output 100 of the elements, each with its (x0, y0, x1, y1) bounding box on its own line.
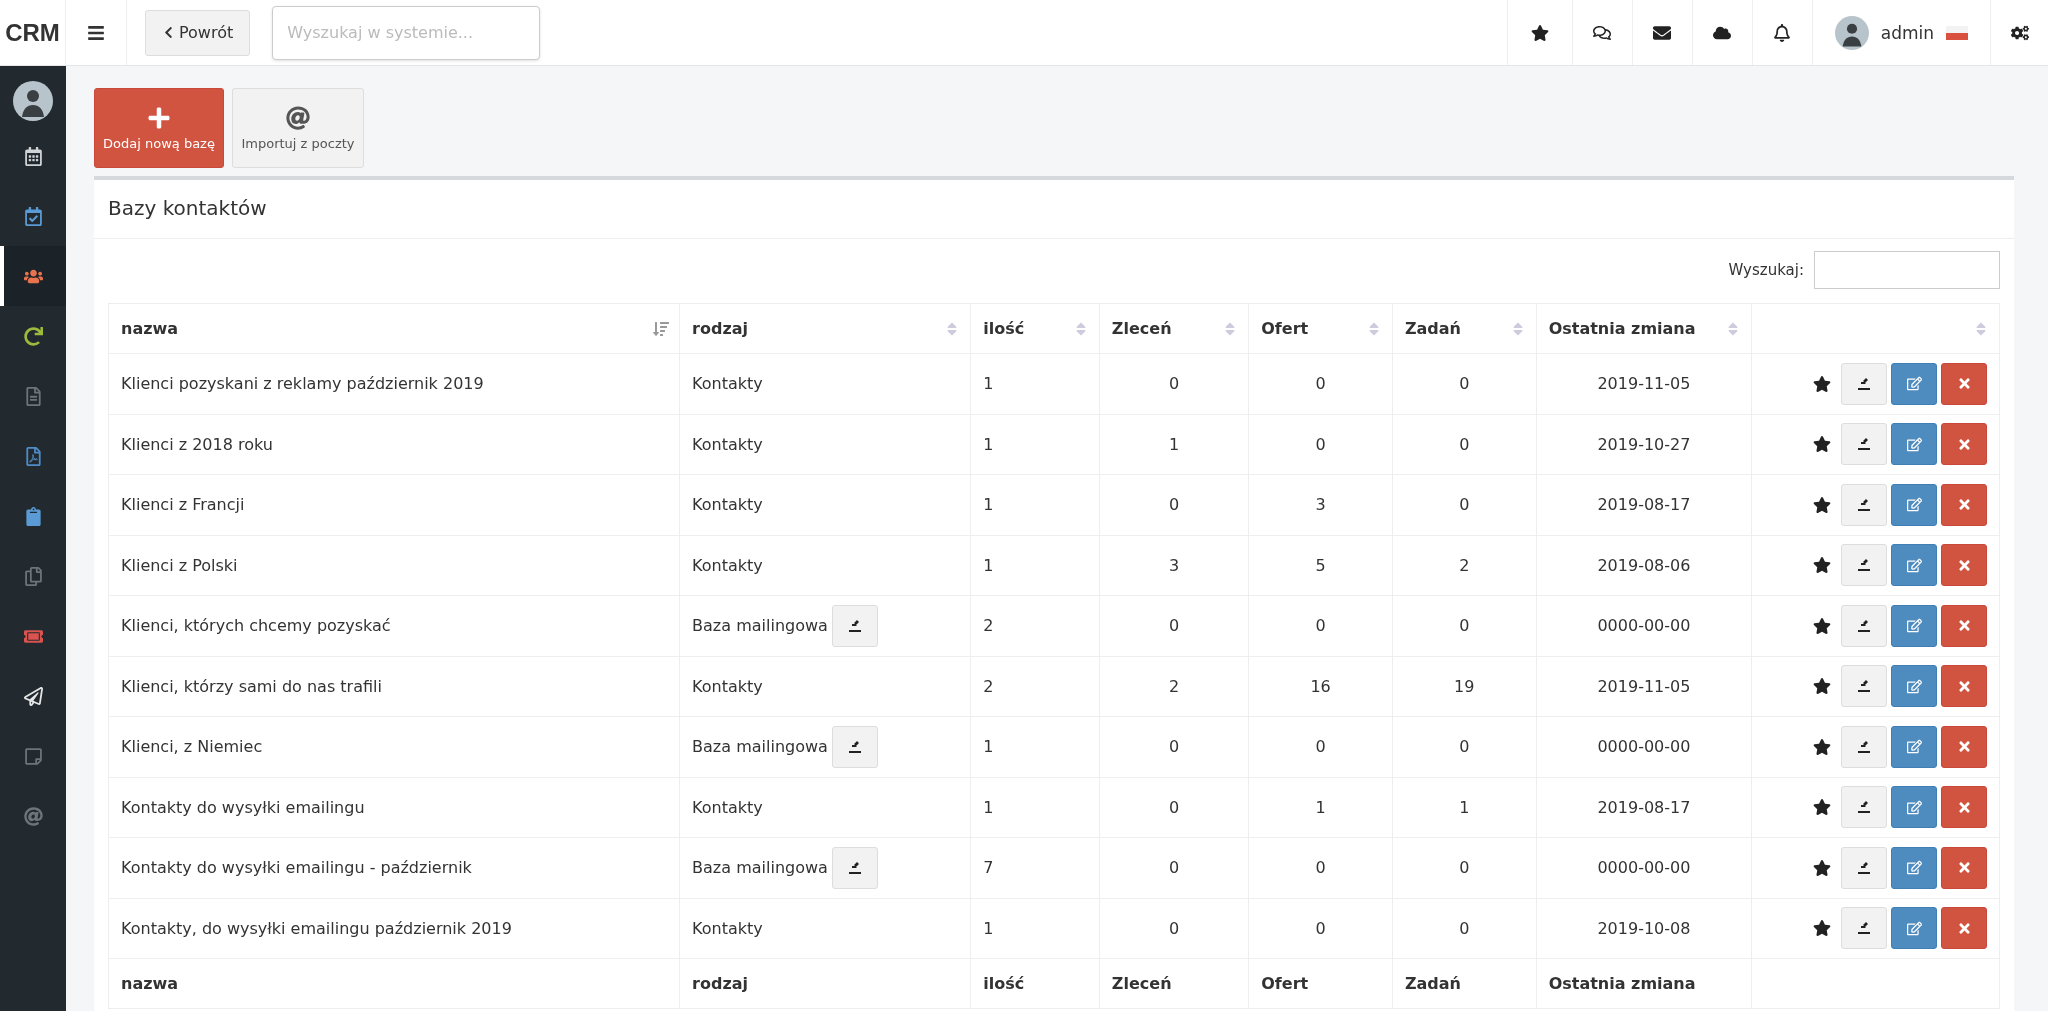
edit-button[interactable] (1891, 604, 1937, 647)
delete-button[interactable] (1941, 423, 1987, 466)
column-header[interactable]: Ostatnia zmiana (1536, 303, 1752, 354)
edit-button[interactable] (1891, 544, 1937, 587)
table-cell: Kontakty (692, 555, 763, 575)
star-icon[interactable] (1813, 677, 1831, 696)
table-cell: Baza mailingowa (692, 858, 828, 878)
table-cell: 1 (970, 474, 1100, 535)
column-header[interactable]: nazwa (108, 303, 680, 354)
column-header[interactable]: Zadań (1392, 303, 1537, 354)
export-button[interactable] (1841, 604, 1887, 647)
table-cell: 0 (1248, 716, 1393, 777)
sidebar-item[interactable] (0, 246, 66, 306)
edit-button[interactable] (1891, 786, 1937, 829)
table-cell: 2019-11-05 (1536, 656, 1752, 717)
delete-button[interactable] (1941, 786, 1987, 829)
edit-button[interactable] (1891, 423, 1937, 466)
star-icon[interactable] (1813, 495, 1831, 514)
table-cell: Kontakty, do wysyłki emailingu październik 2019 (108, 898, 680, 959)
export-button[interactable] (1841, 483, 1887, 526)
edit-button[interactable] (1891, 907, 1937, 950)
import-icon (1856, 859, 1872, 876)
table-cell: 0 (1248, 595, 1393, 656)
star-icon[interactable] (1813, 737, 1831, 756)
delete-button[interactable] (1941, 725, 1987, 768)
table-cell: 1 (970, 716, 1100, 777)
table-cell: Kontakty (692, 434, 763, 454)
column-footer: Ostatnia zmiana (1536, 958, 1752, 1009)
logo[interactable]: CRM (0, 0, 66, 65)
user-menu[interactable]: admin (1811, 0, 1990, 65)
table-cell: 0 (1248, 898, 1393, 959)
table-cell: Klienci, którzy sami do nas trafili (108, 656, 680, 717)
table-cell: Kontakty (692, 797, 763, 817)
edit-icon (1906, 799, 1922, 815)
import-button[interactable]: Importuj z poczty (232, 88, 364, 168)
export-button[interactable] (1841, 423, 1887, 466)
table-cell: 1 (970, 414, 1100, 475)
import-button[interactable] (831, 604, 878, 647)
export-button[interactable] (1841, 362, 1887, 405)
edit-button[interactable] (1891, 725, 1937, 768)
search-field[interactable]: Wyszukaj w systemie... (272, 5, 541, 60)
delete-button[interactable] (1941, 665, 1987, 708)
delete-button[interactable] (1941, 907, 1987, 950)
user-avatar[interactable] (1834, 15, 1869, 50)
column-header[interactable]: ilość (970, 303, 1100, 354)
edit-button[interactable] (1891, 483, 1937, 526)
table-cell: 1 (970, 353, 1100, 414)
star-icon[interactable] (1813, 919, 1831, 938)
import-icon (1856, 496, 1872, 513)
flag-icon (1946, 25, 1968, 40)
table-cell: 0 (1248, 414, 1393, 475)
edit-icon (1906, 920, 1922, 936)
edit-button[interactable] (1891, 665, 1937, 708)
table-cell: 2019-08-17 (1536, 777, 1752, 838)
back-button[interactable]: Powrót (145, 9, 251, 56)
table-cell: 0 (1248, 837, 1393, 898)
delete-button[interactable] (1941, 544, 1987, 587)
star-icon[interactable] (1813, 798, 1831, 817)
star-icon[interactable] (1813, 556, 1831, 575)
import-icon (1856, 557, 1872, 574)
column-header[interactable]: Zleceń (1099, 303, 1249, 354)
edit-button[interactable] (1891, 846, 1937, 889)
add-button[interactable]: Dodaj nową bazę (94, 88, 224, 168)
star-icon[interactable] (1813, 374, 1831, 393)
table-cell: 3 (1248, 474, 1393, 535)
star-icon[interactable] (1813, 616, 1831, 635)
export-button[interactable] (1841, 786, 1887, 829)
export-button[interactable] (1841, 907, 1887, 950)
column-header[interactable]: rodzaj (679, 303, 971, 354)
table-cell: 19 (1392, 656, 1537, 717)
table-search-field[interactable] (1814, 251, 2000, 289)
star-icon[interactable] (1813, 435, 1831, 454)
column-header[interactable]: Ofert (1248, 303, 1393, 354)
export-button[interactable] (1841, 725, 1887, 768)
import-icon (1856, 375, 1872, 392)
column-footer: rodzaj (679, 958, 971, 1009)
table-cell: 0 (1248, 353, 1393, 414)
column-footer: Ofert (1248, 958, 1393, 1009)
edit-icon (1906, 618, 1922, 634)
import-button[interactable] (831, 725, 878, 768)
delete-button[interactable] (1941, 846, 1987, 889)
table-cell: 3 (1099, 535, 1249, 596)
menu-icon[interactable] (87, 23, 105, 42)
export-button[interactable] (1841, 846, 1887, 889)
import-icon (846, 738, 863, 755)
edit-icon (1906, 678, 1922, 694)
table-cell: 1 (970, 535, 1100, 596)
chevron-left-icon (162, 26, 175, 39)
import-button[interactable] (831, 846, 878, 889)
export-button[interactable] (1841, 544, 1887, 587)
table-cell: Kontakty (692, 374, 763, 394)
edit-button[interactable] (1891, 362, 1937, 405)
import-icon (846, 859, 863, 876)
star-icon[interactable] (1813, 858, 1831, 877)
delete-button[interactable] (1941, 483, 1987, 526)
delete-button[interactable] (1941, 604, 1987, 647)
export-button[interactable] (1841, 665, 1887, 708)
delete-button[interactable] (1941, 362, 1987, 405)
column-footer: Zadań (1392, 958, 1537, 1009)
table-cell: 2 (970, 656, 1100, 717)
